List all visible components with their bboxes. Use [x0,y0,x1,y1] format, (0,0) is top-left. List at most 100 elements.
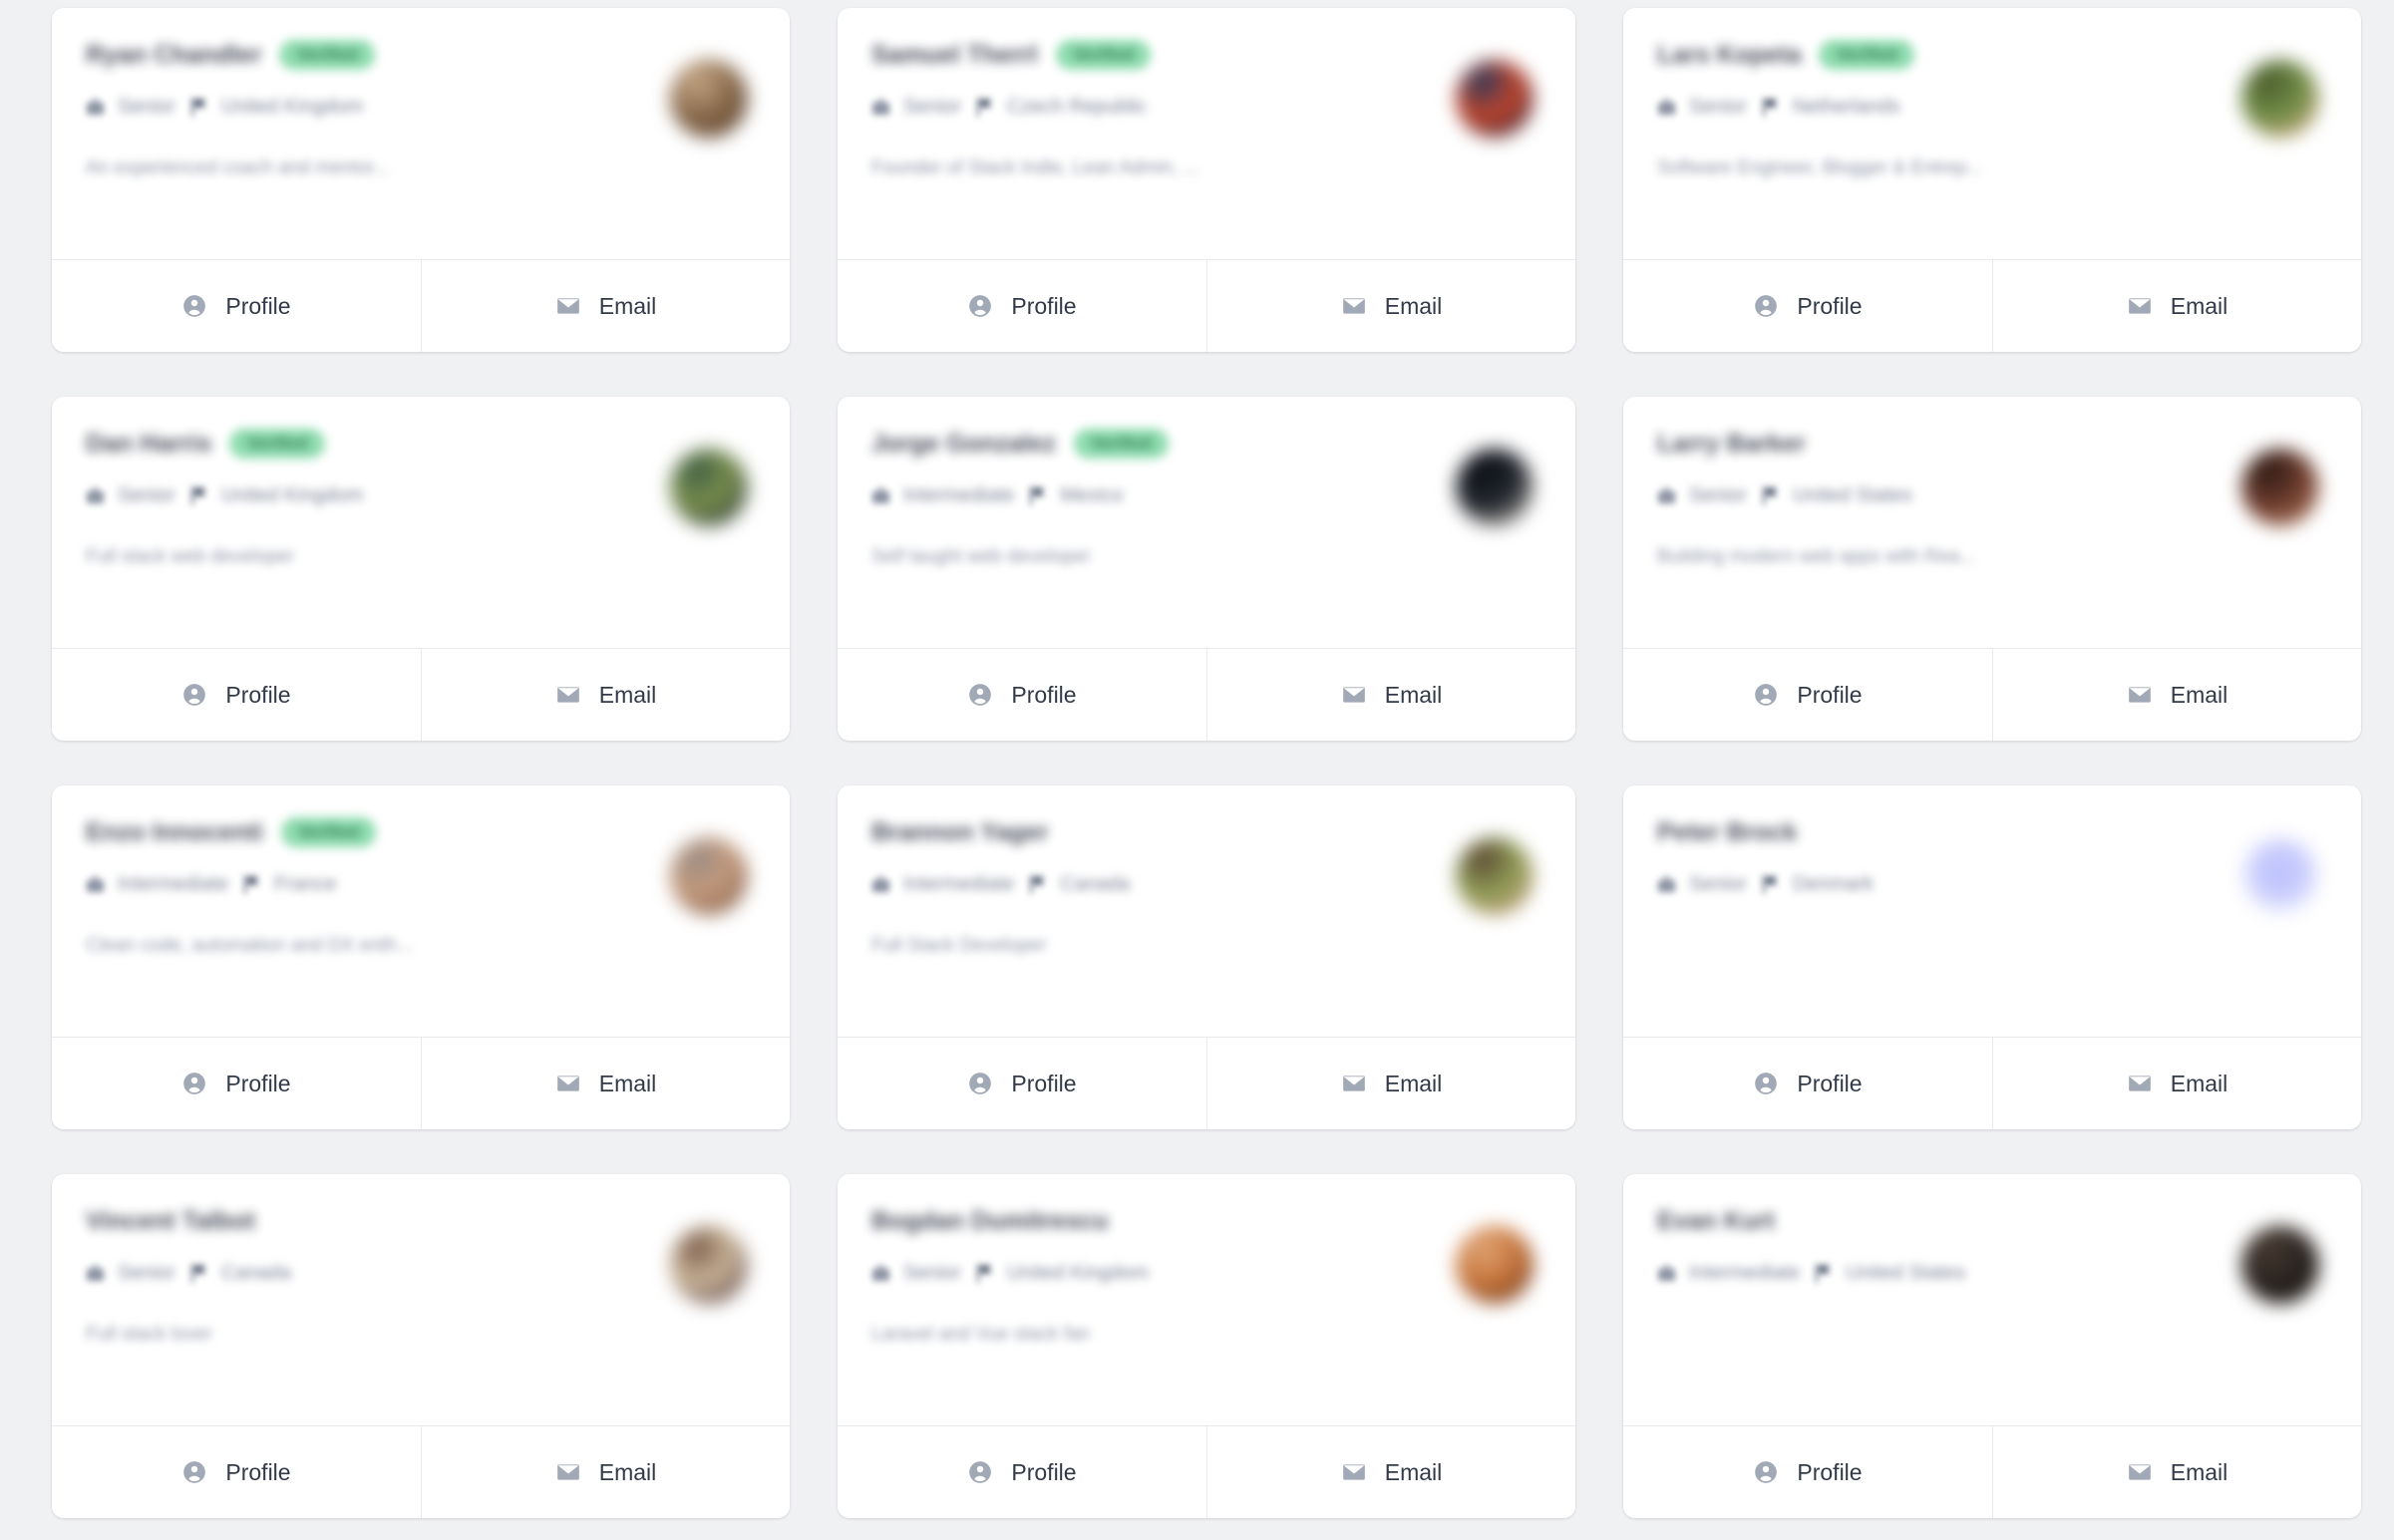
account-circle-icon [1755,295,1778,317]
email-button[interactable]: Email [1992,1426,2361,1518]
name-row: Lars Kopeta Verified [1657,38,2327,72]
card-footer: Profile Email [838,259,1575,352]
avatar [670,449,748,526]
developer-name: Ryan Chandler [86,40,262,69]
profile-button[interactable]: Profile [1623,1038,1992,1129]
developer-bio: Laravel and Vue stack fan [871,1324,1090,1345]
card-footer: Profile Email [1623,1425,2361,1518]
name-row: Brannon Yager [871,815,1541,849]
profile-button-label: Profile [225,681,291,708]
experience-level: Intermediate [871,484,1014,507]
developer-card-1: Ryan Chandler Verified Senior United Kin… [52,8,790,352]
avatar [2241,1226,2319,1304]
experience-level-label: Senior [1689,872,1747,895]
experience-level-label: Senior [903,1261,961,1284]
avatar [2241,449,2319,526]
country: Denmark [1761,873,1874,896]
name-row: Bogdan Dumitrescu [871,1204,1541,1238]
flag-icon [1762,97,1778,117]
flag-icon [190,1263,206,1283]
card-body: Evan Kurt Intermediate United States [1623,1174,2361,1425]
country: France [242,873,336,896]
name-row: Dan Harris Verified [86,427,756,461]
profile-button[interactable]: Profile [52,649,421,741]
account-circle-icon [969,1073,992,1094]
developer-name: Vincent Talbot [86,1206,255,1235]
email-button[interactable]: Email [1992,260,2361,352]
email-button[interactable]: Email [1992,1038,2361,1129]
profile-button[interactable]: Profile [838,1426,1206,1518]
card-footer: Profile Email [1623,648,2361,741]
profile-button[interactable]: Profile [52,260,421,352]
email-button[interactable]: Email [421,260,790,352]
developer-name: Dan Harris [86,429,212,458]
profile-button[interactable]: Profile [1623,649,1992,741]
experience-level-label: Senior [118,483,175,506]
avatar [1456,60,1534,138]
profile-button[interactable]: Profile [838,1038,1206,1129]
developer-name: Larry Barker [1657,429,1806,458]
meta-row: Senior United Kingdom [86,482,756,508]
briefcase-icon [871,98,890,115]
briefcase-icon [1657,875,1676,892]
email-button[interactable]: Email [1992,649,2361,741]
country: Czech Republic [975,96,1147,119]
flag-icon [190,97,206,117]
flag-icon [1030,485,1045,505]
profile-button[interactable]: Profile [1623,260,1992,352]
email-button-label: Email [1384,681,1443,708]
meta-row: Senior Canada [86,1260,756,1286]
meta-row: Senior Denmark [1657,871,2327,897]
account-circle-icon [183,1461,206,1483]
email-button-label: Email [598,1070,657,1096]
profile-button[interactable]: Profile [1623,1426,1992,1518]
developer-card-10: Vincent Talbot Senior Canada Full stack … [52,1174,790,1518]
profile-button[interactable]: Profile [52,1038,421,1129]
briefcase-icon [86,486,105,503]
experience-level: Senior [871,96,961,119]
email-button[interactable]: Email [1206,260,1575,352]
profile-button-label: Profile [1797,1458,1863,1485]
developer-card-6: Larry Barker Senior United States Buildi… [1623,397,2361,741]
developer-card-4: Dan Harris Verified Senior United Kingdo… [52,397,790,741]
country-label: Denmark [1792,872,1874,895]
email-button[interactable]: Email [1206,1426,1575,1518]
experience-level: Intermediate [86,873,228,896]
email-button-label: Email [2170,681,2228,708]
account-circle-icon [183,1073,206,1094]
card-footer: Profile Email [1623,1037,2361,1129]
country: United Kingdom [975,1262,1149,1285]
card-body: Ryan Chandler Verified Senior United Kin… [52,8,790,259]
profile-button[interactable]: Profile [838,649,1206,741]
account-circle-icon [1755,1073,1778,1094]
developer-bio: Full Stack Developer [871,935,1047,956]
experience-level-label: Senior [1689,95,1747,118]
developer-name: Enzo Innocenti [86,817,263,846]
briefcase-icon [1657,486,1676,503]
email-button[interactable]: Email [421,649,790,741]
country: Netherlands [1761,96,1900,119]
country-label: Mexico [1060,483,1124,506]
country-label: United States [1846,1261,1966,1284]
country-label: Canada [220,1261,291,1284]
experience-level: Senior [86,96,175,119]
flag-icon [190,485,206,505]
profile-button[interactable]: Profile [838,260,1206,352]
country: United States [1814,1262,1965,1285]
email-button-label: Email [1384,1458,1443,1485]
email-button[interactable]: Email [1206,1038,1575,1129]
profile-button-label: Profile [1011,681,1077,708]
developer-bio: Founder of Stack Indie, Lean Admin, ... [871,157,1199,178]
envelope-icon [2128,1464,2151,1480]
experience-level: Senior [871,1262,961,1285]
email-button[interactable]: Email [1206,649,1575,741]
card-body: Enzo Innocenti Verified Intermediate Fra… [52,785,790,1037]
profile-button[interactable]: Profile [52,1426,421,1518]
email-button[interactable]: Email [421,1426,790,1518]
email-button[interactable]: Email [421,1038,790,1129]
envelope-icon [1342,298,1365,314]
developer-bio: Full stack lover [86,1324,212,1345]
developer-name: Brannon Yager [871,817,1049,846]
profile-button-label: Profile [225,1070,291,1096]
meta-row: Intermediate Canada [871,871,1541,897]
